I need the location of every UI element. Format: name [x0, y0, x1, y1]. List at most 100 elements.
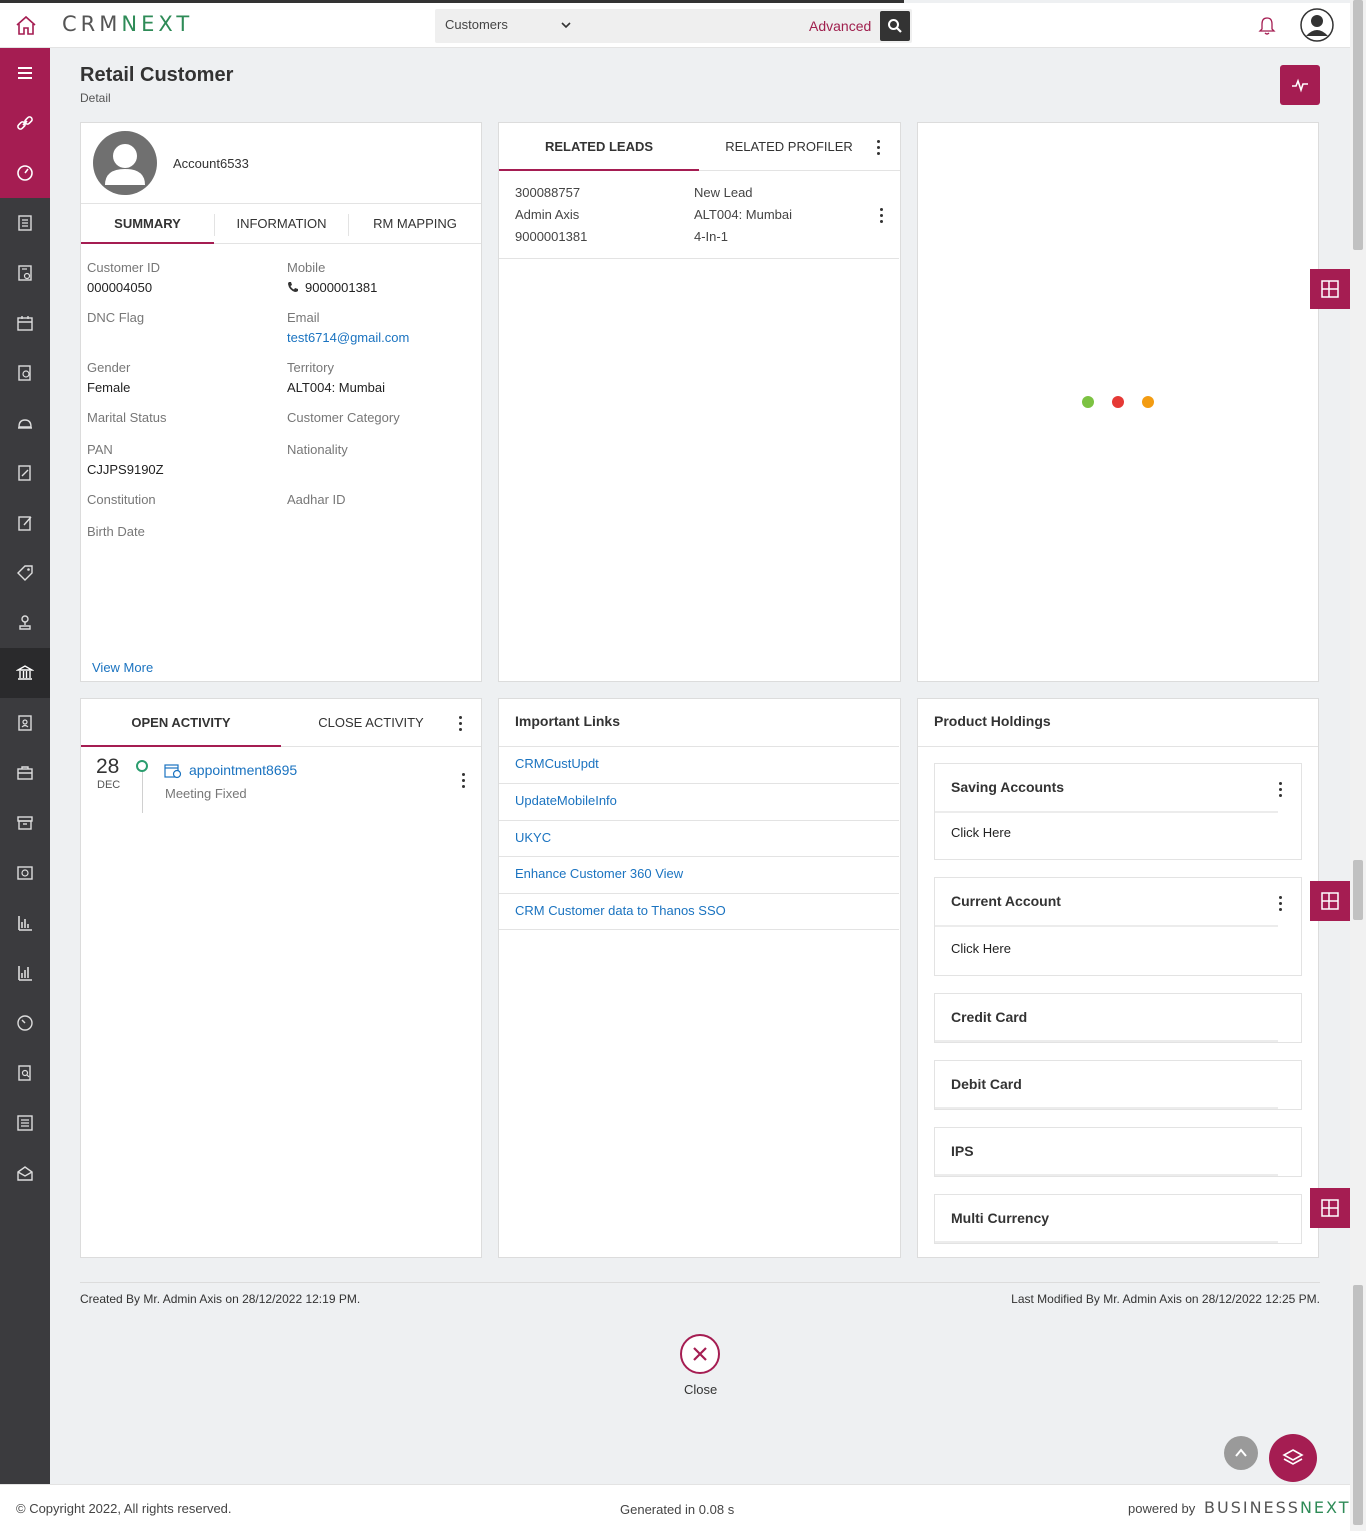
tab-related-profiler[interactable]: RELATED PROFILER — [699, 123, 879, 171]
activity-item-more-icon[interactable] — [460, 773, 466, 789]
tab-related-leads[interactable]: RELATED LEADS — [499, 123, 699, 171]
activity-card: OPEN ACTIVITY CLOSE ACTIVITY 28 DEC appo… — [80, 698, 482, 1258]
speedometer-icon[interactable] — [0, 998, 50, 1048]
briefcase-icon[interactable] — [0, 748, 50, 798]
search-entity-value: Customers — [445, 17, 508, 32]
contact-card-icon[interactable] — [0, 698, 50, 748]
loading-dot-orange — [1142, 396, 1154, 408]
tab-close-activity[interactable]: CLOSE ACTIVITY — [281, 699, 461, 747]
edit-form-icon[interactable] — [0, 498, 50, 548]
link-enhance-customer-360[interactable]: Enhance Customer 360 View — [499, 856, 899, 893]
debit-card-panel[interactable]: Debit Card — [934, 1060, 1302, 1110]
quick-actions-button[interactable] — [1269, 1434, 1317, 1482]
user-avatar[interactable] — [1300, 8, 1334, 42]
search-document-icon[interactable] — [0, 348, 50, 398]
activity-more-options-icon[interactable] — [457, 716, 463, 732]
profile-tabs: SUMMARY INFORMATION RM MAPPING — [81, 203, 481, 244]
dnc-flag-label: DNC Flag — [87, 310, 145, 325]
activity-pulse-button[interactable] — [1280, 65, 1320, 105]
scrollbar-thumb[interactable] — [1353, 860, 1363, 920]
search-entity-select[interactable]: Customers — [435, 9, 581, 43]
territory-label: Territory — [287, 360, 334, 375]
advanced-search-link[interactable]: Advanced — [809, 18, 871, 34]
important-links-card: Important Links CRMCustUpdt UpdateMobile… — [498, 698, 901, 1258]
tab-summary[interactable]: SUMMARY — [81, 204, 214, 244]
activity-title-link[interactable]: appointment8695 — [189, 762, 297, 778]
tab-open-activity[interactable]: OPEN ACTIVITY — [81, 699, 281, 747]
debit-card-title: Debit Card — [951, 1076, 1022, 1092]
mobile-number[interactable]: 9000001381 — [305, 280, 377, 295]
current-account-panel: Current Account Click Here — [934, 877, 1302, 976]
more-options-icon[interactable] — [875, 140, 881, 156]
widget-layout-toggle[interactable] — [1310, 269, 1350, 309]
lead-status[interactable]: New Lead — [694, 185, 753, 200]
crmnext-logo: CRMNEXT — [62, 12, 194, 36]
link-icon[interactable] — [0, 98, 50, 148]
bank-icon[interactable] — [0, 648, 50, 698]
link-crmcustupdt[interactable]: CRMCustUpdt — [499, 746, 899, 783]
saving-more-options-icon[interactable] — [1277, 782, 1283, 798]
analytics-icon[interactable] — [0, 948, 50, 998]
stamp-icon[interactable] — [0, 598, 50, 648]
checklist-icon[interactable] — [0, 1098, 50, 1148]
phone-icon — [288, 282, 298, 292]
aadhar-id-label: Aadhar ID — [287, 492, 346, 507]
bar-chart-icon[interactable] — [0, 898, 50, 948]
activity-day: 28 — [96, 755, 120, 778]
home-icon[interactable] — [14, 14, 38, 38]
lead-id-link[interactable]: 300088757 — [515, 185, 580, 200]
tab-information[interactable]: INFORMATION — [215, 204, 348, 244]
tab-rm-mapping[interactable]: RM MAPPING — [349, 204, 481, 244]
service-bell-icon[interactable] — [0, 398, 50, 448]
scrollbar-thumb[interactable] — [1353, 0, 1363, 250]
document-search-icon[interactable] — [0, 1048, 50, 1098]
tag-icon[interactable] — [0, 548, 50, 598]
layers-icon — [1282, 1449, 1304, 1465]
link-updatemobileinfo[interactable]: UpdateMobileInfo — [499, 783, 899, 820]
edit-document-icon[interactable] — [0, 448, 50, 498]
related-tabs: RELATED LEADS RELATED PROFILER — [499, 123, 900, 171]
chevron-up-icon — [1235, 1448, 1247, 1457]
multi-currency-title: Multi Currency — [951, 1210, 1050, 1226]
pulse-icon — [1292, 78, 1308, 93]
gender-value: Female — [87, 380, 131, 395]
view-more-link[interactable]: View More — [92, 660, 153, 675]
birth-date-label: Birth Date — [87, 524, 145, 539]
calendar-icon[interactable] — [0, 298, 50, 348]
nationality-label: Nationality — [287, 442, 348, 457]
notification-bell-icon[interactable] — [1257, 15, 1277, 37]
search-button[interactable] — [880, 11, 910, 41]
ips-panel[interactable]: IPS — [934, 1127, 1302, 1177]
saving-click-here[interactable]: Click Here — [951, 825, 1011, 840]
dashboard-gauge-icon[interactable] — [0, 148, 50, 198]
page-scrollbar[interactable] — [1350, 0, 1366, 1531]
page-title: Retail Customer — [80, 64, 234, 86]
open-mail-icon[interactable] — [0, 1148, 50, 1198]
link-ukyc[interactable]: UKYC — [499, 820, 899, 857]
multi-currency-panel[interactable]: Multi Currency — [934, 1194, 1302, 1244]
archive-icon[interactable] — [0, 798, 50, 848]
credit-card-title: Credit Card — [951, 1009, 1028, 1025]
product-holdings-card: Product Holdings Saving Accounts Click H… — [917, 698, 1319, 1258]
scroll-to-top-button[interactable] — [1224, 1436, 1258, 1470]
lead-more-options-icon[interactable] — [878, 208, 884, 224]
menu-icon[interactable] — [0, 48, 50, 98]
report-icon[interactable] — [0, 248, 50, 298]
activity-month: DEC — [97, 779, 121, 791]
image-search-icon[interactable] — [0, 848, 50, 898]
widget-layout-toggle[interactable] — [1310, 1188, 1350, 1228]
scrollbar-thumb[interactable] — [1353, 1285, 1363, 1525]
link-thanos-sso[interactable]: CRM Customer data to Thanos SSO — [499, 893, 899, 930]
document-list-icon[interactable] — [0, 198, 50, 248]
current-more-options-icon[interactable] — [1277, 896, 1283, 912]
mobile-label: Mobile — [287, 260, 326, 275]
search-input[interactable] — [585, 13, 803, 39]
territory-value: ALT004: Mumbai — [287, 380, 386, 395]
email-link[interactable]: test6714@gmail.com — [287, 330, 409, 345]
current-click-here[interactable]: Click Here — [951, 941, 1011, 956]
divider — [935, 811, 1278, 813]
credit-card-panel[interactable]: Credit Card — [934, 993, 1302, 1043]
close-button[interactable] — [680, 1334, 720, 1374]
close-label: Close — [684, 1382, 718, 1397]
widget-layout-toggle[interactable] — [1310, 881, 1350, 921]
